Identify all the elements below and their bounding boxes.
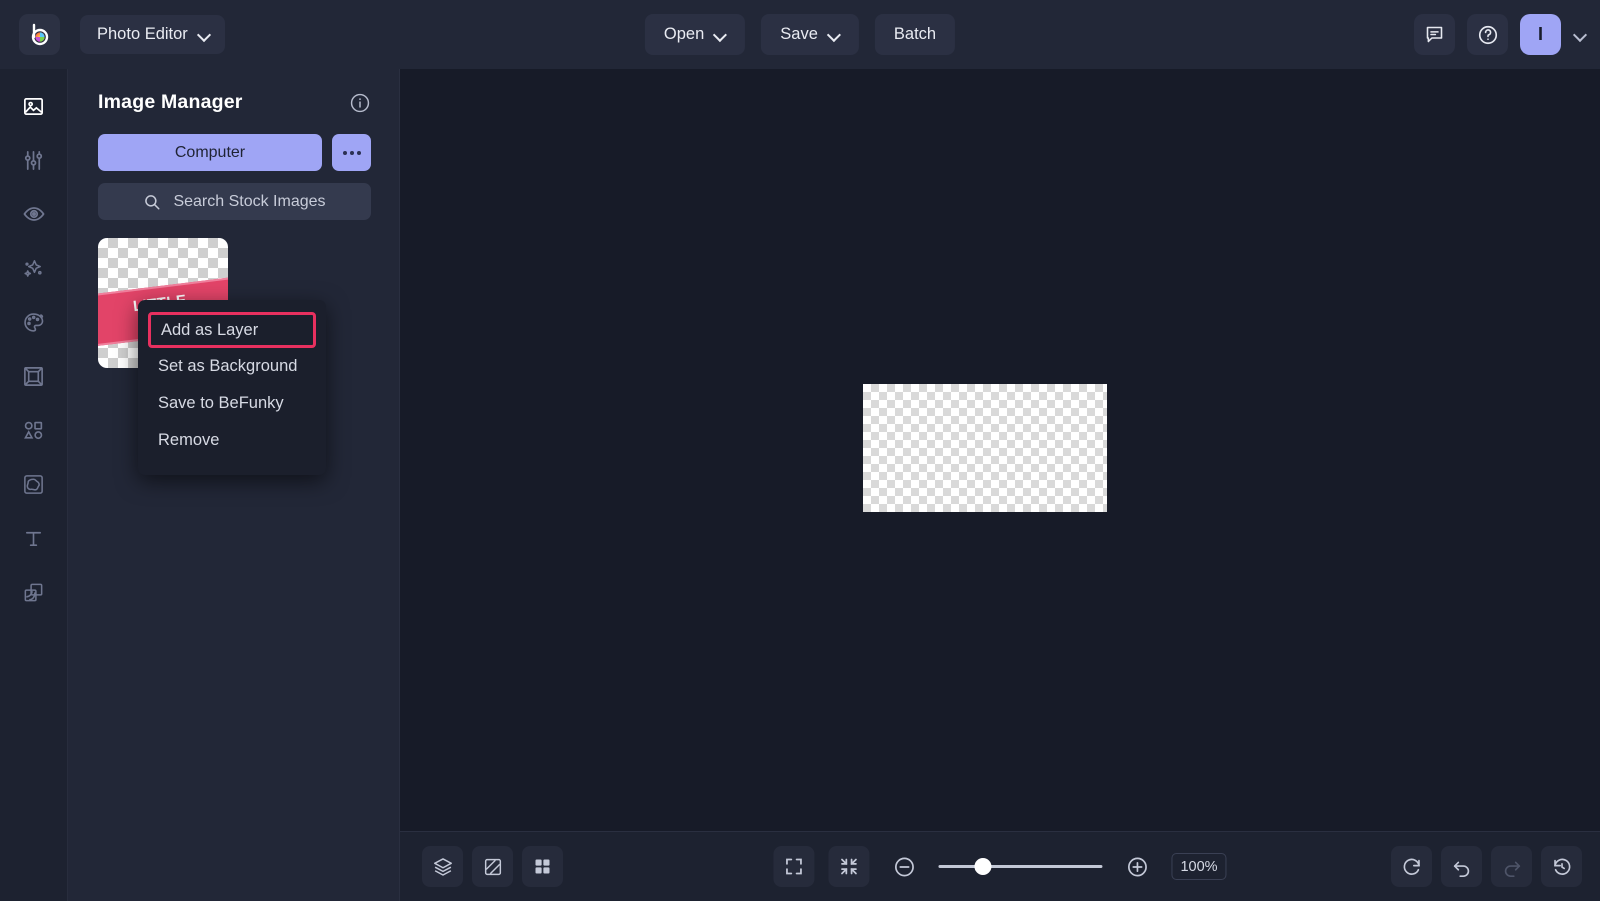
open-label: Open — [664, 25, 704, 44]
sidebar-item-edit[interactable] — [17, 143, 51, 177]
batch-label: Batch — [894, 25, 936, 44]
shapes-icon — [22, 419, 45, 442]
zoom-out-icon — [892, 855, 916, 879]
panel-header: Image Manager — [68, 69, 399, 114]
befunky-logo-icon — [27, 22, 53, 48]
sparkles-icon — [22, 257, 45, 280]
sidebar-item-frames[interactable] — [17, 359, 51, 393]
more-sources-button[interactable] — [332, 134, 371, 171]
sidebar-item-image-manager[interactable] — [17, 89, 51, 123]
sidebar-item-touch-up[interactable] — [17, 197, 51, 231]
chevron-down-icon — [199, 29, 210, 40]
redo-button[interactable] — [1491, 846, 1532, 887]
context-menu-label: Add as Layer — [161, 321, 258, 340]
context-menu-item-set-as-background[interactable]: Set as Background — [138, 348, 326, 385]
history-button[interactable] — [1541, 846, 1582, 887]
tool-rail — [0, 69, 68, 901]
chat-bubble-icon — [1424, 24, 1445, 45]
search-stock-images-input[interactable]: Search Stock Images — [98, 183, 371, 220]
history-icon — [1551, 856, 1573, 878]
sidebar-item-ai-effects[interactable] — [17, 251, 51, 285]
right-actions: I — [1414, 14, 1586, 55]
save-label: Save — [780, 25, 818, 44]
top-bar: Photo Editor Open Save Batch — [0, 0, 1600, 69]
open-button[interactable]: Open — [645, 14, 745, 55]
frame-icon — [22, 365, 45, 388]
zoom-controls: 100% — [773, 846, 1226, 887]
center-actions: Open Save Batch — [645, 14, 955, 55]
account-chevron-down-icon[interactable] — [1575, 29, 1586, 40]
reset-button[interactable] — [1391, 846, 1432, 887]
bottom-left-tools — [422, 846, 563, 887]
context-menu-item-add-as-layer[interactable]: Add as Layer — [148, 312, 316, 348]
chevron-down-icon — [829, 29, 840, 40]
grid-icon — [532, 856, 553, 877]
canvas-area[interactable] — [400, 69, 1600, 831]
workspace-label: Photo Editor — [97, 25, 188, 44]
context-menu-item-save-to-befunky[interactable]: Save to BeFunky — [138, 385, 326, 422]
image-icon — [22, 95, 45, 118]
sidebar-item-textures[interactable] — [17, 467, 51, 501]
image-manager-panel: Image Manager Computer — [68, 69, 400, 901]
sidebar-item-collage[interactable] — [17, 575, 51, 609]
context-menu-label: Save to BeFunky — [158, 394, 284, 413]
redo-icon — [1501, 856, 1523, 878]
undo-icon — [1451, 856, 1473, 878]
transparency-icon — [482, 856, 504, 878]
grid-button[interactable] — [522, 846, 563, 887]
zoom-out-button[interactable] — [883, 846, 924, 887]
transparent-canvas-image[interactable] — [863, 384, 1107, 512]
zoom-level-value[interactable]: 100% — [1171, 853, 1226, 880]
palette-icon — [22, 311, 45, 334]
avatar[interactable]: I — [1520, 14, 1561, 55]
sidebar-item-text[interactable] — [17, 521, 51, 555]
info-circle-icon[interactable] — [349, 92, 371, 114]
zoom-in-button[interactable] — [1116, 846, 1157, 887]
page-title: Image Manager — [98, 91, 243, 114]
befunky-logo-button[interactable] — [19, 14, 60, 55]
layers-icon — [22, 581, 45, 604]
fit-to-screen-button[interactable] — [828, 846, 869, 887]
sidebar-item-artsy[interactable] — [17, 305, 51, 339]
layers-icon — [432, 856, 454, 878]
actual-size-button[interactable] — [773, 846, 814, 887]
overlay-icon — [22, 473, 45, 496]
collapse-icon — [838, 856, 859, 877]
ellipsis-icon — [343, 151, 361, 155]
reset-icon — [1401, 856, 1423, 878]
zoom-in-icon — [1125, 855, 1149, 879]
computer-label: Computer — [175, 144, 245, 162]
question-circle-icon — [1477, 24, 1499, 46]
zoom-slider[interactable] — [938, 857, 1102, 877]
search-placeholder-label: Search Stock Images — [173, 193, 325, 211]
chevron-down-icon — [715, 29, 726, 40]
help-button[interactable] — [1467, 14, 1508, 55]
feedback-button[interactable] — [1414, 14, 1455, 55]
eye-icon — [22, 202, 46, 226]
zoom-slider-track — [938, 865, 1102, 868]
thumbnail-context-menu: Add as Layer Set as Background Save to B… — [138, 300, 326, 475]
expand-icon — [783, 856, 804, 877]
bottom-toolbar: 100% — [400, 831, 1600, 901]
layers-button[interactable] — [422, 846, 463, 887]
workspace-selector[interactable]: Photo Editor — [80, 15, 225, 54]
sidebar-item-graphics[interactable] — [17, 413, 51, 447]
avatar-initial: I — [1538, 24, 1543, 45]
app-root: Photo Editor Open Save Batch — [0, 0, 1600, 901]
bottom-right-tools — [1391, 846, 1582, 887]
context-menu-label: Set as Background — [158, 357, 297, 376]
search-icon — [143, 193, 161, 211]
context-menu-label: Remove — [158, 431, 219, 450]
zoom-slider-thumb[interactable] — [974, 858, 991, 875]
sliders-icon — [22, 149, 45, 172]
image-source-row: Computer — [68, 114, 399, 171]
computer-button[interactable]: Computer — [98, 134, 322, 171]
transparency-button[interactable] — [472, 846, 513, 887]
text-icon — [22, 527, 45, 550]
context-menu-item-remove[interactable]: Remove — [138, 422, 326, 459]
save-button[interactable]: Save — [761, 14, 859, 55]
batch-button[interactable]: Batch — [875, 14, 955, 55]
undo-button[interactable] — [1441, 846, 1482, 887]
